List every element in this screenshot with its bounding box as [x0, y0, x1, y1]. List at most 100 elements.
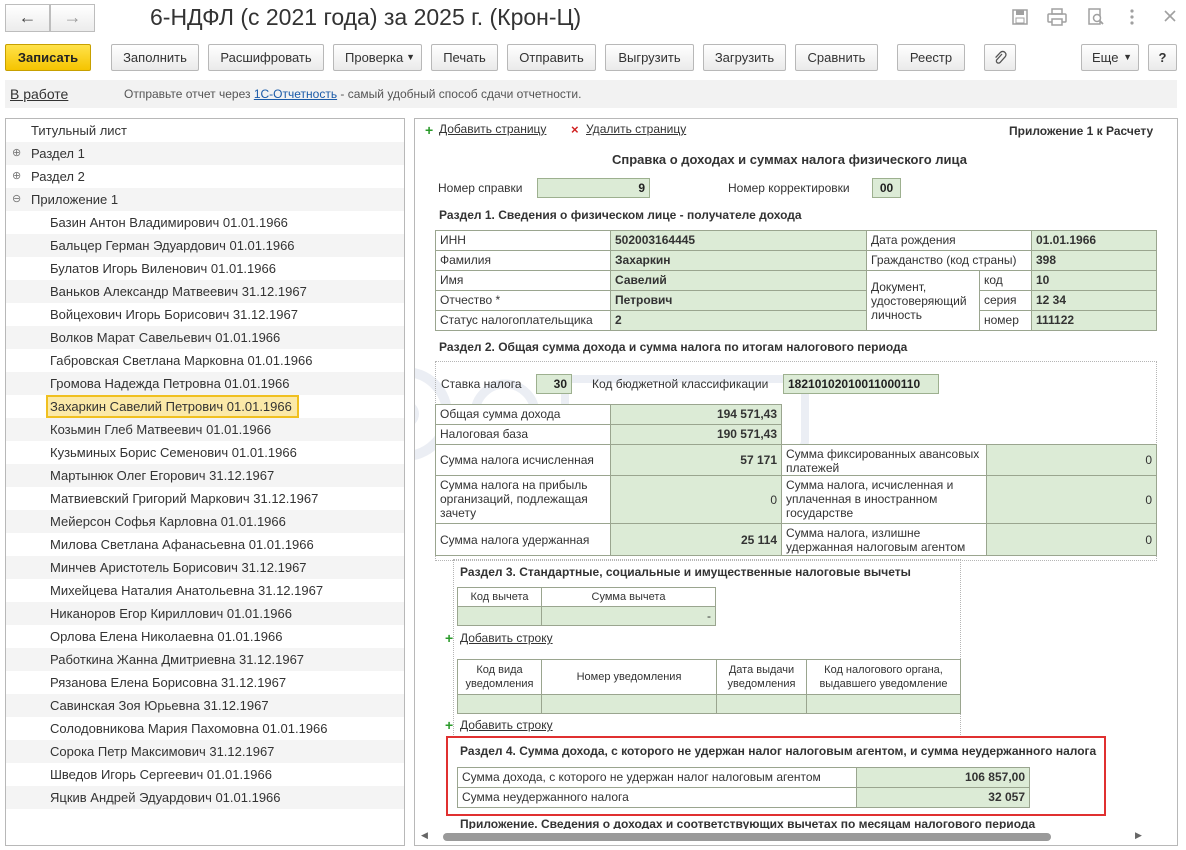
expand-icon[interactable]: ⊕	[12, 165, 24, 188]
expand-icon[interactable]: ⊕	[12, 142, 24, 165]
add-row-link[interactable]: Добавить строку	[460, 631, 553, 645]
scrollbar-thumb[interactable]	[443, 833, 1051, 841]
kbk-field[interactable]: 18210102010011000110	[783, 374, 939, 394]
deduction-sum-cell[interactable]: -	[541, 606, 716, 626]
tree-person-item[interactable]: Габровская Светлана Марковна 01.01.1966	[6, 349, 404, 372]
name-field[interactable]: Савелий	[610, 270, 867, 291]
attach-button[interactable]	[984, 44, 1016, 71]
hint-before: Отправьте отчет через	[124, 87, 254, 101]
tree-person-item[interactable]: Базин Антон Владимирович 01.01.1966	[6, 211, 404, 234]
send-button[interactable]: Отправить	[507, 44, 596, 71]
tree-person-item[interactable]: Минчев Аристотель Борисович 31.12.1967	[6, 556, 404, 579]
tree-person-item[interactable]: Орлова Елена Николаевна 01.01.1966	[6, 625, 404, 648]
delete-page-link[interactable]: Удалить страницу	[586, 122, 686, 136]
compare-button[interactable]: Сравнить	[795, 44, 878, 71]
reporting-link[interactable]: 1С-Отчетность	[254, 87, 337, 101]
add-row-link-2[interactable]: Добавить строку	[460, 718, 553, 732]
tree-person-item[interactable]: Сорока Петр Максимович 31.12.1967	[6, 740, 404, 763]
rate-field[interactable]: 30	[536, 374, 572, 394]
tree-person-label: Матвиевский Григорий Маркович 31.12.1967	[50, 491, 319, 506]
collapse-icon[interactable]: ⊖	[12, 188, 24, 211]
tree-person-item[interactable]: Войцехович Игорь Борисович 31.12.1967	[6, 303, 404, 326]
add-icon: +	[445, 717, 454, 733]
tree-person-item[interactable]: Бальцер Герман Эдуардович 01.01.1966	[6, 234, 404, 257]
arrow-left-icon: ←	[18, 7, 37, 27]
tree-person-item[interactable]: Рязанова Елена Борисовна 31.12.1967	[6, 671, 404, 694]
tree-person-item[interactable]: Булатов Игорь Виленович 01.01.1966	[6, 257, 404, 280]
unwithheld-income-field[interactable]: 106 857,00	[856, 767, 1030, 788]
tree-person-item[interactable]: Захаркин Савелий Петрович 01.01.1966	[6, 395, 404, 418]
tax-calc-field[interactable]: 57 171	[610, 444, 782, 476]
tree-person-item[interactable]: Громова Надежда Петровна 01.01.1966	[6, 372, 404, 395]
save-button[interactable]: Записать	[5, 44, 91, 71]
check-dropdown-button[interactable]: Проверка ▼	[333, 44, 422, 71]
fill-button[interactable]: Заполнить	[111, 44, 199, 71]
tax-authority-cell[interactable]	[806, 694, 961, 714]
tax-base-field[interactable]: 190 571,43	[610, 424, 782, 445]
tree-person-item[interactable]: Солодовникова Мария Пахомовна 01.01.1966	[6, 717, 404, 740]
horizontal-scrollbar[interactable]: ◀ ▶	[415, 829, 1177, 845]
tree-person-item[interactable]: Мартынюк Олег Егорович 31.12.1967	[6, 464, 404, 487]
tree-person-item[interactable]: Шведов Игорь Сергеевич 01.01.1966	[6, 763, 404, 786]
doc-series-field[interactable]: 12 34	[1031, 290, 1157, 311]
tree-person-item[interactable]: Ваньков Александр Матвеевич 31.12.1967	[6, 280, 404, 303]
print-button[interactable]: Печать	[431, 44, 498, 71]
doc-number-field[interactable]: 111122	[1031, 310, 1157, 331]
dropdown-arrow-icon: ▼	[406, 52, 415, 62]
add-page-link[interactable]: Добавить страницу	[439, 122, 546, 136]
tree-person-item[interactable]: Никаноров Егор Кириллович 01.01.1966	[6, 602, 404, 625]
tree-person-item[interactable]: Яцкив Андрей Эдуардович 01.01.1966	[6, 786, 404, 809]
export-button[interactable]: Выгрузить	[605, 44, 694, 71]
notice-code-cell[interactable]	[457, 694, 542, 714]
tree-item-title-page[interactable]: Титульный лист	[6, 119, 404, 142]
tree-item-section-1[interactable]: ⊕ Раздел 1	[6, 142, 404, 165]
surname-field[interactable]: Захаркин	[610, 250, 867, 271]
birth-field[interactable]: 01.01.1966	[1031, 230, 1157, 251]
notice-date-cell[interactable]	[716, 694, 807, 714]
unwithheld-tax-field[interactable]: 32 057	[856, 787, 1030, 808]
excess-field[interactable]: 0	[986, 523, 1157, 556]
patronymic-field[interactable]: Петрович	[610, 290, 867, 311]
withheld-field[interactable]: 25 114	[610, 523, 782, 556]
inn-field[interactable]: 502003164445	[610, 230, 867, 251]
import-button[interactable]: Загрузить	[703, 44, 786, 71]
fixed-advance-field[interactable]: 0	[986, 444, 1157, 476]
tree-item-section-2[interactable]: ⊕ Раздел 2	[6, 165, 404, 188]
notice-number-cell[interactable]	[541, 694, 717, 714]
tree-person-item[interactable]: Работкина Жанна Дмитриевна 31.12.1967	[6, 648, 404, 671]
tree-person-item[interactable]: Михейцева Наталия Анатольевна 31.12.1967	[6, 579, 404, 602]
more-dropdown-button[interactable]: Еще ▼	[1081, 44, 1139, 71]
preview-icon[interactable]	[1086, 8, 1106, 28]
corr-no-field[interactable]: 00	[872, 178, 901, 198]
registry-button[interactable]: Реестр	[897, 44, 965, 71]
total-income-field[interactable]: 194 571,43	[610, 404, 782, 425]
status-field[interactable]: 2	[610, 310, 867, 331]
tree-person-item[interactable]: Милова Светлана Афанасьевна 01.01.1966	[6, 533, 404, 556]
help-button[interactable]: ?	[1148, 44, 1177, 71]
tax-calc-label: Сумма налога исчисленная	[435, 444, 611, 476]
cert-no-field[interactable]: 9	[537, 178, 650, 198]
excess-label: Сумма налога, излишне удержанная налогов…	[781, 523, 987, 556]
tree-person-item[interactable]: Мейерсон Софья Карловна 01.01.1966	[6, 510, 404, 533]
tree-person-item[interactable]: Волков Марат Савельевич 01.01.1966	[6, 326, 404, 349]
close-icon[interactable]	[1160, 8, 1180, 28]
foreign-tax-field[interactable]: 0	[986, 475, 1157, 524]
tree-person-item[interactable]: Матвиевский Григорий Маркович 31.12.1967	[6, 487, 404, 510]
forward-button[interactable]: →	[50, 4, 95, 32]
citizenship-field[interactable]: 398	[1031, 250, 1157, 271]
tree-person-item[interactable]: Савинская Зоя Юрьевна 31.12.1967	[6, 694, 404, 717]
decode-button[interactable]: Расшифровать	[208, 44, 324, 71]
more-vertical-icon[interactable]	[1122, 8, 1142, 28]
tree-person-item[interactable]: Кузьминых Борис Семенович 01.01.1966	[6, 441, 404, 464]
back-button[interactable]: ←	[5, 4, 50, 32]
doc-code-field[interactable]: 10	[1031, 270, 1157, 291]
save-disk-icon[interactable]	[1010, 8, 1030, 28]
scroll-left-icon[interactable]: ◀	[421, 830, 428, 841]
profit-tax-field[interactable]: 0	[610, 475, 782, 524]
scroll-right-icon[interactable]: ▶	[1135, 830, 1142, 841]
tree-person-item[interactable]: Козьмин Глеб Матвеевич 01.01.1966	[6, 418, 404, 441]
deduction-code-cell[interactable]	[457, 606, 542, 626]
tree-item-appendix-1[interactable]: ⊖ Приложение 1	[6, 188, 404, 211]
print-icon[interactable]	[1047, 8, 1067, 28]
status-link[interactable]: В работе	[10, 86, 68, 102]
